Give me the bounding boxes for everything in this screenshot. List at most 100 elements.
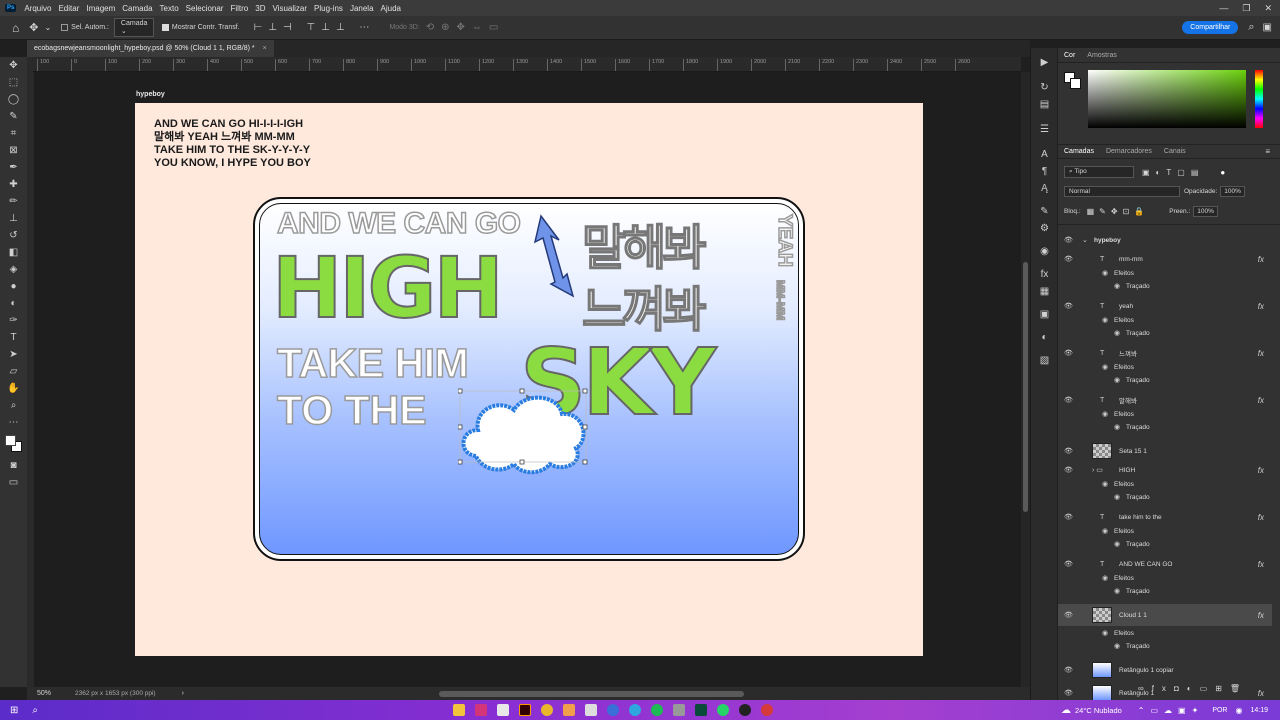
visibility-eye-icon[interactable]: 👁 xyxy=(1064,466,1073,474)
color-field[interactable] xyxy=(1088,70,1246,128)
menu-camada[interactable]: Camada xyxy=(122,4,152,13)
screen-mode-icon[interactable]: ▭ xyxy=(0,474,27,491)
menu-filtro[interactable]: Filtro xyxy=(230,4,248,13)
pen-tool-icon[interactable]: ✑ xyxy=(0,312,27,329)
hue-slider[interactable] xyxy=(1255,70,1263,128)
zoom-tool-icon[interactable]: ⌕ xyxy=(0,397,27,414)
visibility-eye-icon[interactable]: 👁 xyxy=(1064,560,1073,568)
language-indicator[interactable]: POR xyxy=(1212,707,1227,714)
visibility-eye-icon[interactable]: 👁 xyxy=(1064,447,1073,455)
close-tab-icon[interactable]: × xyxy=(263,45,267,52)
photoshop-logo-icon[interactable]: Ps xyxy=(5,4,17,12)
layer-row[interactable]: ◉ Efeitos xyxy=(1058,361,1272,373)
glyphs-icon[interactable]: Ą xyxy=(1031,180,1058,197)
foreground-color-swatch[interactable] xyxy=(5,435,16,446)
doc-info[interactable]: 2362 px x 1653 px (300 ppi) xyxy=(75,690,156,697)
adjustments-icon[interactable]: ☰ xyxy=(1031,121,1058,138)
notes-icon[interactable]: ▣ xyxy=(1031,306,1058,323)
path-select-tool-icon[interactable]: ➤ xyxy=(0,346,27,363)
move-tool-icon[interactable]: ✥ xyxy=(0,57,27,74)
visibility-eye-icon[interactable]: 👁 xyxy=(1064,236,1073,244)
layer-row[interactable]: 👁 Tmm-mm fx xyxy=(1058,252,1272,266)
menu-visualizar[interactable]: Visualizar xyxy=(272,4,307,13)
background-swatch[interactable] xyxy=(1070,78,1081,89)
layer-row[interactable]: ◉ Efeitos xyxy=(1058,525,1272,537)
layer-row[interactable]: ◉ Efeitos xyxy=(1058,408,1272,420)
layer-row[interactable]: ◉ Traçado xyxy=(1058,280,1272,292)
notes-app-icon[interactable] xyxy=(497,704,509,716)
lock-icons[interactable]: ▦✎✥⊡🔒 xyxy=(1087,207,1150,216)
navigator-icon[interactable]: ◐ xyxy=(1031,329,1058,346)
quick-mask-icon[interactable]: ◙ xyxy=(0,457,27,474)
kind-filter-dropdown[interactable]: ⌕ Tipo xyxy=(1064,166,1134,178)
share-button[interactable]: Compartilhar xyxy=(1182,21,1239,34)
layer-row[interactable]: 👁 T AND WE CAN GO fx xyxy=(1058,557,1272,571)
illustrator-icon[interactable] xyxy=(519,704,531,716)
menu-editar[interactable]: Editar xyxy=(58,4,79,13)
status-arrow-icon[interactable]: › xyxy=(182,690,184,697)
document-tab[interactable]: ecobagsnewjeansmoonlight_hypeboy.psd @ 5… xyxy=(27,40,274,57)
workspace-icon[interactable]: ▣ xyxy=(1263,22,1272,33)
blur-tool-icon[interactable]: ● xyxy=(0,278,27,295)
quick-select-tool-icon[interactable]: ✎ xyxy=(0,108,27,125)
fx-icon[interactable]: fx xyxy=(1152,684,1174,693)
visibility-eye-icon[interactable]: 👁 xyxy=(1064,689,1073,697)
app-icon[interactable] xyxy=(607,704,619,716)
minimize-icon[interactable]: — xyxy=(1219,3,1228,13)
panel-menu-icon[interactable]: ≡ xyxy=(1265,147,1270,156)
fx-indicator-icon[interactable]: fx xyxy=(1258,255,1264,264)
layer-row[interactable]: ◉ Efeitos xyxy=(1058,478,1272,490)
layer-row[interactable]: ◉ Traçado xyxy=(1058,640,1272,652)
horizontal-scrollbar[interactable] xyxy=(438,690,744,697)
app-icon[interactable] xyxy=(761,704,773,716)
visibility-eye-icon[interactable]: 👁 xyxy=(1064,349,1073,357)
layer-row[interactable]: ◉ Efeitos xyxy=(1058,627,1272,639)
marquee-tool-icon[interactable]: ⬚ xyxy=(0,74,27,91)
healing-tool-icon[interactable]: ✚ xyxy=(0,176,27,193)
layer-row[interactable]: 👁 T 말해봐 fx xyxy=(1058,393,1272,407)
crop-tool-icon[interactable]: ⌗ xyxy=(0,125,27,142)
link-icon[interactable]: ∞ xyxy=(1138,684,1152,693)
move-tool-icon[interactable]: ✥ xyxy=(29,21,38,34)
stamp-tool-icon[interactable]: ⊥ xyxy=(0,210,27,227)
group-icon[interactable]: ▭ xyxy=(1200,684,1216,693)
close-icon[interactable]: ✕ xyxy=(1264,3,1272,14)
align-icons[interactable]: ⊢⊥⊣ ⊤⊥⊥ ⋯ xyxy=(254,22,376,33)
filter-icons[interactable]: ▣◐T▢▤ xyxy=(1142,168,1204,177)
menu-3d[interactable]: 3D xyxy=(255,4,265,13)
info-icon[interactable]: ▧ xyxy=(1031,352,1058,369)
fx-indicator-icon[interactable]: fx xyxy=(1258,396,1264,405)
adjustment-icon[interactable]: ◐ xyxy=(1187,684,1200,693)
tab-canais[interactable]: Canais xyxy=(1164,148,1186,155)
menu-arquivo[interactable]: Arquivo xyxy=(24,4,51,13)
tab-demarcadores[interactable]: Demarcadores xyxy=(1106,148,1152,155)
new-layer-icon[interactable]: ⊞ xyxy=(1215,684,1230,693)
tab-amostras[interactable]: Amostras xyxy=(1087,52,1117,59)
menu-plugins[interactable]: Plug-ins xyxy=(314,4,343,13)
history-brush-icon[interactable]: ↺ xyxy=(0,227,27,244)
blend-mode-dropdown[interactable]: Normal xyxy=(1064,186,1180,197)
eraser-tool-icon[interactable]: ◧ xyxy=(0,244,27,261)
eyedropper-tool-icon[interactable]: ✒ xyxy=(0,159,27,176)
layer-row[interactable]: 👁 Cloud 1 1 fx xyxy=(1058,604,1272,626)
show-transform-checkbox[interactable] xyxy=(161,24,169,31)
menu-texto[interactable]: Texto xyxy=(160,4,179,13)
whatsapp-icon[interactable] xyxy=(717,704,729,716)
taskbar-search-icon[interactable]: ⌕ xyxy=(32,705,38,716)
telegram-icon[interactable] xyxy=(629,704,641,716)
app-icon[interactable] xyxy=(739,704,751,716)
chrome-icon[interactable] xyxy=(541,704,553,716)
layer-row[interactable]: 👁 Tyeah fx xyxy=(1058,299,1272,313)
bucket-tool-icon[interactable]: ◈ xyxy=(0,261,27,278)
color-swatches[interactable] xyxy=(0,431,27,457)
libraries-icon[interactable]: ▤ xyxy=(1031,96,1058,113)
network-icon[interactable]: ◉ xyxy=(1235,706,1242,715)
weather-text[interactable]: 24°C Nublado xyxy=(1075,706,1122,715)
fx-indicator-icon[interactable]: fx xyxy=(1258,466,1264,475)
windows-start-icon[interactable]: ⊞ xyxy=(10,705,18,716)
dodge-tool-icon[interactable]: ◐ xyxy=(0,295,27,312)
zoom-level[interactable]: 50% xyxy=(37,690,67,697)
tray-icons[interactable]: ⌃▭☁▣✦ xyxy=(1138,706,1205,715)
fx-indicator-icon[interactable]: fx xyxy=(1258,560,1264,569)
swatches-grid-icon[interactable]: ▦ xyxy=(1031,283,1058,300)
